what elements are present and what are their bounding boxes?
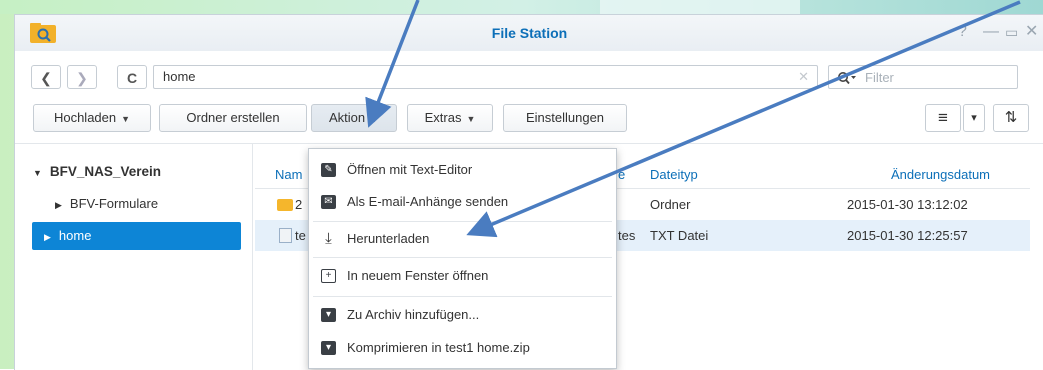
column-header-size[interactable]: e	[618, 161, 625, 189]
file-icon	[279, 228, 292, 243]
refresh-button[interactable]: C	[117, 65, 147, 89]
list-view-button[interactable]: ≡	[925, 104, 961, 132]
toolbar-divider	[15, 143, 1043, 144]
menu-item-label: In neuem Fenster öffnen	[347, 268, 489, 283]
upload-label: Hochladen	[53, 110, 117, 125]
refresh-icon: C	[126, 70, 138, 86]
extras-label: Extras	[424, 110, 462, 125]
menu-separator	[313, 257, 612, 258]
tree-root-label: BFV_NAS_Verein	[49, 164, 161, 179]
collapsed-arrow-icon: ▶	[55, 200, 62, 210]
menu-separator	[313, 221, 612, 222]
mail-icon: ✉	[321, 195, 336, 209]
chevron-left-icon: ❮	[40, 70, 52, 86]
create-folder-label: Ordner erstellen	[186, 110, 280, 125]
folder-icon	[277, 199, 293, 211]
column-header-name[interactable]: Nam	[275, 161, 302, 189]
sidebar-item-label: BFV-Formulare	[69, 196, 159, 211]
back-button[interactable]: ❮	[31, 65, 61, 89]
menu-item-compress[interactable]: ▾ Komprimieren in test1 home.zip	[309, 333, 616, 363]
sort-icon: ⇅	[1004, 109, 1018, 126]
chevron-down-icon: ▾	[971, 112, 977, 124]
help-icon[interactable]: ?	[958, 23, 967, 41]
menu-item-label: Herunterladen	[347, 231, 430, 246]
file-type: TXT Datei	[650, 228, 709, 243]
chevron-right-icon: ❯	[76, 70, 88, 86]
file-size: tes	[618, 228, 636, 243]
menu-item-send-email[interactable]: ✉ Als E-mail-Anhänge senden	[309, 187, 616, 217]
file-type: Ordner	[650, 197, 691, 212]
sidebar-divider	[252, 144, 253, 370]
new-window-icon: +	[321, 269, 336, 283]
tree-root-share[interactable]: ▼ BFV_NAS_Verein	[33, 164, 161, 179]
search-icon[interactable]	[837, 66, 857, 88]
column-header-type[interactable]: Dateityp	[650, 161, 698, 189]
chevron-down-icon: ▼	[121, 114, 131, 124]
file-date: 2015-01-30 13:12:02	[847, 197, 968, 212]
clear-path-icon[interactable]: ✕	[798, 66, 809, 88]
extras-button[interactable]: Extras ▼	[407, 104, 493, 132]
settings-label: Einstellungen	[525, 110, 605, 125]
window-title: File Station	[491, 25, 568, 41]
view-options-button[interactable]: ▾	[963, 104, 985, 132]
collapsed-arrow-icon: ▶	[44, 232, 51, 242]
menu-item-open-new-window[interactable]: + In neuem Fenster öffnen	[309, 261, 616, 291]
wallpaper-highlight	[600, 0, 800, 14]
path-text: home	[163, 69, 196, 84]
title-bar[interactable]: File Station ? — ▭ ✕	[15, 15, 1043, 51]
sort-button[interactable]: ⇅	[993, 104, 1029, 132]
maximize-icon[interactable]: ▭	[1005, 23, 1018, 41]
menu-item-label: Als E-mail-Anhänge senden	[347, 194, 509, 209]
filter-field[interactable]	[828, 65, 1018, 89]
file-name: 2	[295, 197, 303, 212]
sidebar-item-bfv-formulare[interactable]: ▶ BFV-Formulare	[55, 196, 158, 211]
menu-item-label: Zu Archiv hinzufügen...	[347, 307, 480, 322]
filter-input[interactable]	[865, 68, 1010, 86]
action-label: Aktion	[328, 110, 366, 125]
upload-button[interactable]: Hochladen ▼	[33, 104, 151, 132]
path-field[interactable]: home ✕	[153, 65, 818, 89]
download-icon: ⤓	[325, 230, 332, 247]
minimize-icon[interactable]: —	[983, 23, 999, 41]
file-date: 2015-01-30 12:25:57	[847, 228, 968, 243]
action-button[interactable]: Aktion ▼	[311, 104, 397, 132]
menu-item-add-to-archive[interactable]: ▾ Zu Archiv hinzufügen...	[309, 300, 616, 330]
chevron-down-icon: ▼	[370, 114, 380, 124]
chevron-down-icon: ▼	[466, 114, 476, 124]
forward-button[interactable]: ❯	[67, 65, 97, 89]
file-name: te	[295, 228, 306, 243]
compress-icon: ▾	[321, 341, 336, 355]
expanded-arrow-icon: ▼	[33, 168, 42, 178]
sidebar-item-label: home	[58, 228, 92, 243]
menu-item-label: Komprimieren in test1 home.zip	[347, 340, 530, 355]
list-view-icon: ≡	[938, 108, 948, 127]
menu-item-open-text-editor[interactable]: ✎ Öffnen mit Text-Editor	[309, 155, 616, 185]
column-header-modified[interactable]: Änderungsdatum	[891, 161, 990, 189]
create-folder-button[interactable]: Ordner erstellen	[159, 104, 307, 132]
settings-button[interactable]: Einstellungen	[503, 104, 627, 132]
menu-separator	[313, 296, 612, 297]
menu-item-label: Öffnen mit Text-Editor	[347, 162, 473, 177]
menu-item-download[interactable]: ⤓ Herunterladen	[309, 224, 616, 254]
wallpaper-band	[0, 0, 1043, 14]
archive-icon: ▾	[321, 308, 336, 322]
close-icon[interactable]: ✕	[1025, 23, 1038, 41]
sidebar-item-home[interactable]: ▶ home	[32, 222, 241, 250]
action-context-menu: ✎ Öffnen mit Text-Editor ✉ Als E-mail-An…	[308, 148, 617, 369]
edit-icon: ✎	[321, 163, 336, 177]
